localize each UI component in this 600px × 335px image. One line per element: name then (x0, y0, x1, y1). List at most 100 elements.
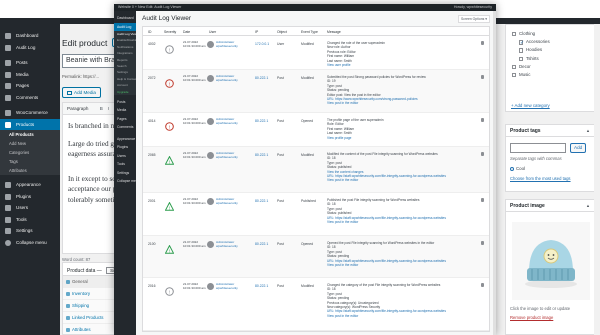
admin-bar-user[interactable]: Howdy, wpwhitesecurity (454, 4, 492, 11)
event-user[interactable]: Administrator wpwhitesecurity (216, 40, 238, 49)
sidebar-item-users[interactable]: Users (0, 202, 60, 214)
event-ip[interactable]: 172.0.0.1 (255, 42, 269, 46)
sidebar-item-media[interactable]: Media (0, 69, 60, 81)
checkbox[interactable] (512, 72, 517, 78)
category-clothing[interactable]: Clothing (506, 30, 594, 38)
pin-icon[interactable] (481, 283, 484, 287)
message-link[interactable]: View profile page (327, 136, 477, 140)
sidebar-item-users[interactable]: Users (114, 152, 136, 161)
sidebar-subitem-categories[interactable]: Categories (0, 148, 60, 157)
event-ip[interactable]: 80.222.1 (255, 242, 268, 246)
sidebar-item-appearance[interactable]: Appearance (0, 179, 60, 191)
sidebar-item-comments[interactable]: Comments (0, 92, 60, 104)
category-hoodies[interactable]: Hoodies (506, 46, 594, 54)
format-select[interactable]: Paragraph (67, 106, 88, 111)
sidebar-item-appearance[interactable]: Appearance (114, 135, 136, 144)
add-tag-button[interactable]: Add (570, 143, 587, 153)
event-user[interactable]: Administrator wpwhitesecurity (216, 282, 238, 291)
add-category-link[interactable]: + Add new category (511, 103, 550, 108)
sidebar-subitem-all-products[interactable]: All Products (0, 130, 60, 139)
panel-title[interactable]: Product image ▲ (506, 200, 594, 212)
sidebar-subitem-add-new[interactable]: Add New (0, 139, 60, 148)
column-severity[interactable]: Severity (164, 30, 176, 34)
sidebar-item-dashboard[interactable]: Dashboard (114, 14, 136, 23)
scrollbar[interactable] (594, 24, 600, 335)
remove-tag-icon[interactable] (510, 166, 514, 171)
checkbox-checked[interactable] (519, 39, 525, 48)
scrollbar[interactable] (493, 11, 496, 335)
column-object[interactable]: Object (277, 30, 287, 34)
permalink[interactable]: Permalink: https://... (62, 74, 99, 79)
tag-input[interactable] (510, 143, 566, 153)
category-tshirts[interactable]: Tshirts (506, 55, 594, 63)
sidebar-item-plugins[interactable]: Plugins (114, 143, 136, 152)
sidebar-item-audit-log[interactable]: Audit Log (114, 22, 136, 31)
sidebar-item-woocommerce[interactable]: WooCommerce (0, 107, 60, 119)
sidebar-item-tools[interactable]: Tools (114, 160, 136, 169)
panel-title[interactable]: Product tags ▲ (506, 125, 594, 137)
sidebar-item-dashboard[interactable]: Dashboard (0, 30, 60, 42)
column-ip[interactable]: IP (255, 30, 258, 34)
event-ip[interactable]: 80.222.1 (255, 199, 268, 203)
category-accessories[interactable]: Accessories (506, 38, 594, 48)
event-user[interactable]: Administrator wpwhitesecurity (216, 240, 238, 249)
table-row[interactable]: 2100! 21.07.2022 10:01:33.000 am Administra… (143, 236, 489, 278)
sidebar-item-plugins[interactable]: Plugins (0, 191, 60, 203)
sidebar-subitem-attributes[interactable]: Attributes (0, 166, 60, 175)
sidebar-item-posts[interactable]: Posts (0, 57, 60, 69)
add-media-button[interactable]: Add Media (62, 87, 101, 98)
product-image[interactable] (512, 222, 590, 300)
sidebar-item-settings[interactable]: Settings (114, 169, 136, 178)
table-row[interactable]: 2072! 21.07.2022 10:01:33.000 am Administra… (143, 70, 489, 113)
sidebar-item-settings[interactable]: Settings (0, 225, 60, 237)
event-user[interactable]: Administrator wpwhitesecurity (216, 117, 238, 126)
pin-icon[interactable] (481, 118, 484, 122)
tab-attributes[interactable]: Attributes (63, 324, 114, 335)
table-row[interactable]: 2016! 21.07.2022 10:01:33.000 am Administra… (143, 278, 489, 331)
event-user[interactable]: Administrator wpwhitesecurity (216, 151, 238, 160)
category-music[interactable]: Music (506, 71, 594, 79)
caret-up-icon[interactable]: ▲ (586, 203, 590, 208)
message-link[interactable]: View post in the editor (327, 178, 477, 182)
pin-icon[interactable] (481, 75, 484, 79)
checkbox[interactable] (519, 56, 524, 61)
tab-linked-products[interactable]: Linked Products (63, 312, 114, 324)
sidebar-item-pages[interactable]: Pages (0, 80, 60, 92)
sidebar-item-posts[interactable]: Posts (114, 98, 136, 107)
event-ip[interactable]: 80.222.1 (255, 76, 268, 80)
column-id[interactable]: ID (148, 30, 151, 34)
sidebar-collapse-menu[interactable]: Collapse menu (0, 237, 60, 249)
pin-icon[interactable] (481, 152, 484, 156)
table-row[interactable]: 4014! 21.07.2022 10:01:33.000 am Administra… (143, 113, 489, 147)
column-event-type[interactable]: Event Type (301, 30, 318, 34)
sidebar-item-media[interactable]: Media (114, 106, 136, 115)
pin-icon[interactable] (481, 41, 484, 45)
sidebar-subitem-enable-disable-events[interactable]: Enable/Disable Events (114, 37, 136, 44)
checkbox[interactable] (512, 64, 517, 70)
message-link[interactable]: View user profile (327, 63, 477, 67)
event-ip[interactable]: 80.222.1 (255, 153, 268, 157)
sidebar-item-tools[interactable]: Tools (0, 214, 60, 226)
message-link[interactable]: View post in the editor (327, 314, 477, 318)
sidebar-item-audit-log[interactable]: Audit Log (0, 42, 60, 54)
pin-icon[interactable] (481, 241, 484, 245)
category-decor[interactable]: Decor (506, 63, 594, 71)
checkbox[interactable] (519, 48, 524, 53)
message-link[interactable]: View post in the editor (327, 263, 477, 267)
event-user[interactable]: Administrator wpwhitesecurity (216, 74, 238, 83)
column-message[interactable]: Message (327, 30, 341, 34)
column-user[interactable]: User (209, 30, 216, 34)
table-row[interactable]: 2065! 21.07.2022 10:01:33.000 am Administra… (143, 147, 489, 193)
admin-bar-left[interactable]: Website 0 + New Edit: Audit Log Viewer (118, 4, 181, 11)
sidebar-item-products[interactable]: Products (0, 118, 60, 130)
message-link[interactable]: View post in the editor (327, 101, 477, 105)
remove-image-link[interactable]: Remove product image (510, 315, 553, 320)
event-ip[interactable]: 80.222.1 (255, 284, 268, 288)
sidebar-subitem-tags[interactable]: Tags (0, 157, 60, 166)
tab-inventory[interactable]: Inventory (63, 288, 114, 300)
tab-general[interactable]: General (63, 276, 114, 288)
sidebar-item-comments[interactable]: Comments (114, 123, 136, 132)
tab-shipping[interactable]: Shipping (63, 300, 114, 312)
screen-options-button[interactable]: Screen Options ▾ (457, 15, 490, 23)
caret-up-icon[interactable]: ▲ (586, 128, 590, 133)
